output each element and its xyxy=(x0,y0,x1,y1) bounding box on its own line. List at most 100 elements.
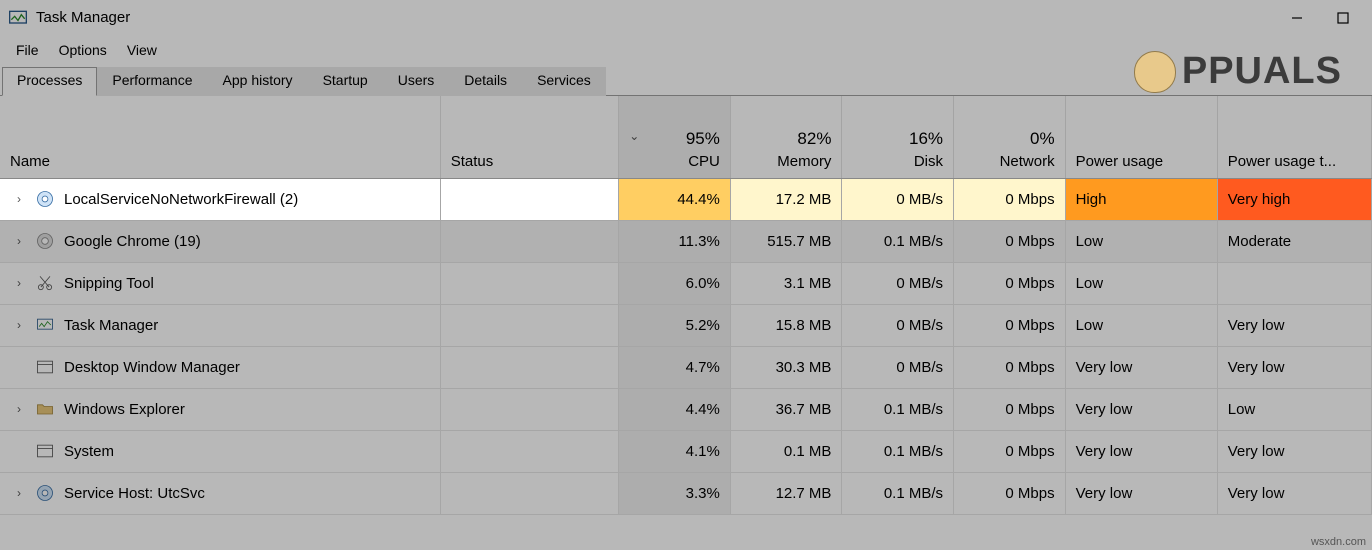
power-cell: Low xyxy=(1065,304,1217,346)
tab-users[interactable]: Users xyxy=(383,67,450,96)
sort-desc-icon: ⌄ xyxy=(629,129,639,143)
col-power-trend[interactable]: Power usage t... xyxy=(1217,96,1371,178)
network-cell: 0 Mbps xyxy=(954,178,1066,220)
memory-cell: 17.2 MB xyxy=(730,178,842,220)
col-network-label: Network xyxy=(1000,153,1055,170)
process-name: Google Chrome (19) xyxy=(64,233,201,250)
network-usage-total: 0% xyxy=(1030,129,1055,149)
col-disk-label: Disk xyxy=(914,153,943,170)
window-controls xyxy=(1274,3,1366,33)
col-cpu[interactable]: ⌄ 95% CPU xyxy=(619,96,731,178)
power-cell: Very low xyxy=(1065,430,1217,472)
power-trend-cell: Very low xyxy=(1217,304,1371,346)
memory-cell: 12.7 MB xyxy=(730,472,842,514)
window-title: Task Manager xyxy=(36,9,130,26)
disk-usage-total: 16% xyxy=(909,129,943,149)
maximize-button[interactable] xyxy=(1320,3,1366,33)
power-trend-cell: Very low xyxy=(1217,346,1371,388)
tab-services[interactable]: Services xyxy=(522,67,606,96)
process-row[interactable]: › Google Chrome (19) 11.3% 515.7 MB 0.1 … xyxy=(0,220,1372,262)
expand-icon[interactable]: › xyxy=(12,276,26,290)
power-cell: Very low xyxy=(1065,472,1217,514)
power-trend-cell: Very low xyxy=(1217,472,1371,514)
process-row[interactable]: › Windows Explorer 4.4% 36.7 MB 0.1 MB/s… xyxy=(0,388,1372,430)
expand-icon[interactable]: › xyxy=(12,402,26,416)
source-note: wsxdn.com xyxy=(1311,536,1366,548)
expand-icon[interactable]: › xyxy=(12,192,26,206)
network-cell: 0 Mbps xyxy=(954,220,1066,262)
process-row[interactable]: › LocalServiceNoNetworkFirewall (2) 44.4… xyxy=(0,178,1372,220)
cpu-cell: 44.4% xyxy=(619,178,731,220)
appuals-watermark: PPUALS xyxy=(1134,50,1342,93)
chrome-icon xyxy=(34,230,56,252)
expand-icon[interactable]: › xyxy=(12,486,26,500)
memory-cell: 515.7 MB xyxy=(730,220,842,262)
title-bar: Task Manager xyxy=(0,0,1372,36)
menu-options[interactable]: Options xyxy=(49,38,117,62)
watermark-text: PPUALS xyxy=(1182,50,1342,93)
power-trend-cell xyxy=(1217,262,1371,304)
col-disk[interactable]: 16% Disk xyxy=(842,96,954,178)
process-row[interactable]: › Service Host: UtcSvc 3.3% 12.7 MB 0.1 … xyxy=(0,472,1372,514)
col-status[interactable]: Status xyxy=(440,96,619,178)
process-row[interactable]: › Task Manager 5.2% 15.8 MB 0 MB/s 0 Mbp… xyxy=(0,304,1372,346)
menu-file[interactable]: File xyxy=(6,38,49,62)
process-row[interactable]: › Desktop Window Manager 4.7% 30.3 MB 0 … xyxy=(0,346,1372,388)
process-name: Task Manager xyxy=(64,317,158,334)
col-power-trend-label: Power usage t... xyxy=(1228,153,1336,170)
cpu-cell: 4.7% xyxy=(619,346,731,388)
disk-cell: 0.1 MB/s xyxy=(842,388,954,430)
process-name: LocalServiceNoNetworkFirewall (2) xyxy=(64,191,298,208)
col-memory[interactable]: 82%Memory xyxy=(730,96,842,178)
col-status-label: Status xyxy=(451,153,494,170)
memory-cell: 15.8 MB xyxy=(730,304,842,346)
disk-cell: 0 MB/s xyxy=(842,304,954,346)
scissors-icon xyxy=(34,272,56,294)
cpu-cell: 6.0% xyxy=(619,262,731,304)
tab-processes[interactable]: Processes xyxy=(2,67,97,96)
expand-icon[interactable]: › xyxy=(12,234,26,248)
tab-details[interactable]: Details xyxy=(449,67,522,96)
col-name[interactable]: Name xyxy=(0,96,440,178)
disk-cell: 0.1 MB/s xyxy=(842,220,954,262)
disk-cell: 0 MB/s xyxy=(842,346,954,388)
network-cell: 0 Mbps xyxy=(954,430,1066,472)
menu-view[interactable]: View xyxy=(117,38,167,62)
col-power-usage[interactable]: Power usage xyxy=(1065,96,1217,178)
power-cell: Very low xyxy=(1065,388,1217,430)
disk-cell: 0 MB/s xyxy=(842,178,954,220)
network-cell: 0 Mbps xyxy=(954,472,1066,514)
memory-cell: 0.1 MB xyxy=(730,430,842,472)
power-trend-cell: Moderate xyxy=(1217,220,1371,262)
col-network[interactable]: 0% Network xyxy=(954,96,1066,178)
cpu-cell: 4.4% xyxy=(619,388,731,430)
gear-icon xyxy=(34,482,56,504)
process-name: Service Host: UtcSvc xyxy=(64,485,205,502)
cpu-cell: 5.2% xyxy=(619,304,731,346)
mascot-icon xyxy=(1134,51,1176,93)
power-cell: Very low xyxy=(1065,346,1217,388)
taskmgr-icon xyxy=(8,8,28,28)
memory-cell: 36.7 MB xyxy=(730,388,842,430)
tab-startup[interactable]: Startup xyxy=(308,67,383,96)
expand-icon[interactable]: › xyxy=(12,318,26,332)
col-memory-label: Memory xyxy=(777,153,831,170)
process-table: Name Status ⌄ 95% CPU 82%Memory 16%Disk … xyxy=(0,96,1372,515)
process-name: Desktop Window Manager xyxy=(64,359,240,376)
cpu-cell: 4.1% xyxy=(619,430,731,472)
cpu-cell: 11.3% xyxy=(619,220,731,262)
disk-cell: 0 MB/s xyxy=(842,262,954,304)
process-row[interactable]: › Snipping Tool 6.0% 3.1 MB 0 MB/s 0 Mbp… xyxy=(0,262,1372,304)
tab-performance[interactable]: Performance xyxy=(97,67,207,96)
process-name: Windows Explorer xyxy=(64,401,185,418)
window-icon xyxy=(34,356,56,378)
process-row[interactable]: › System 4.1% 0.1 MB 0.1 MB/s 0 Mbps Ver… xyxy=(0,430,1372,472)
col-power-label: Power usage xyxy=(1076,153,1164,170)
cpu-usage-total: 95% xyxy=(686,129,720,149)
memory-cell: 3.1 MB xyxy=(730,262,842,304)
col-cpu-label: CPU xyxy=(688,153,720,170)
minimize-button[interactable] xyxy=(1274,3,1320,33)
cpu-cell: 3.3% xyxy=(619,472,731,514)
network-cell: 0 Mbps xyxy=(954,262,1066,304)
tab-app-history[interactable]: App history xyxy=(208,67,308,96)
